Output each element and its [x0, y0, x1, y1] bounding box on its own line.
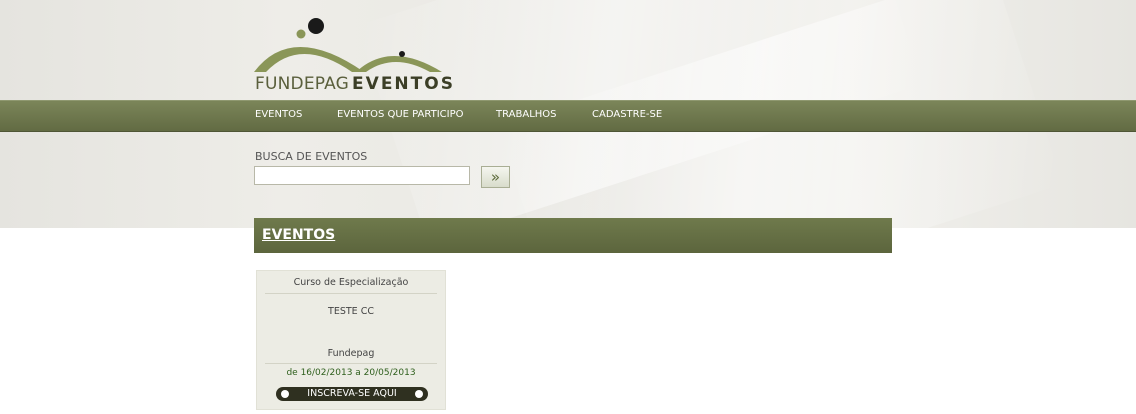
event-card[interactable]: Curso de Especialização TESTE CC Fundepa…: [256, 270, 446, 410]
main-nav: EVENTOS EVENTOS QUE PARTICIPO TRABALHOS …: [0, 100, 1136, 132]
nav-item-cadastre-se[interactable]: CADASTRE-SE: [592, 109, 662, 120]
register-button-label: INSCREVA-SE AQUI: [307, 388, 397, 399]
bullet-icon: [281, 390, 289, 398]
event-type: Curso de Especialização: [293, 277, 409, 288]
nav-item-eventos-que-participo[interactable]: EVENTOS QUE PARTICIPO: [337, 109, 464, 120]
event-dates: de 16/02/2013 a 20/05/2013: [286, 368, 416, 378]
register-button[interactable]: INSCREVA-SE AQUI: [276, 387, 428, 401]
logo-wordmark: FUNDEPAG EVENTOS: [255, 74, 455, 94]
section-header: EVENTOS: [254, 218, 892, 253]
divider: [265, 363, 437, 364]
double-chevron-right-icon: »: [490, 168, 501, 186]
event-name[interactable]: TESTE CC: [257, 306, 445, 317]
section-title[interactable]: EVENTOS: [262, 227, 335, 243]
bullet-icon: [415, 390, 423, 398]
search-input[interactable]: [254, 166, 470, 185]
event-organizer: Fundepag: [327, 348, 375, 359]
nav-item-eventos[interactable]: EVENTOS: [255, 109, 302, 120]
search-label: BUSCA DE EVENTOS: [255, 150, 368, 163]
search-submit-button[interactable]: »: [481, 166, 510, 188]
nav-item-trabalhos[interactable]: TRABALHOS: [496, 109, 557, 120]
logo-text-bold: EVENTOS: [352, 74, 455, 94]
divider: [265, 293, 437, 294]
logo-text-light: FUNDEPAG: [255, 74, 350, 94]
